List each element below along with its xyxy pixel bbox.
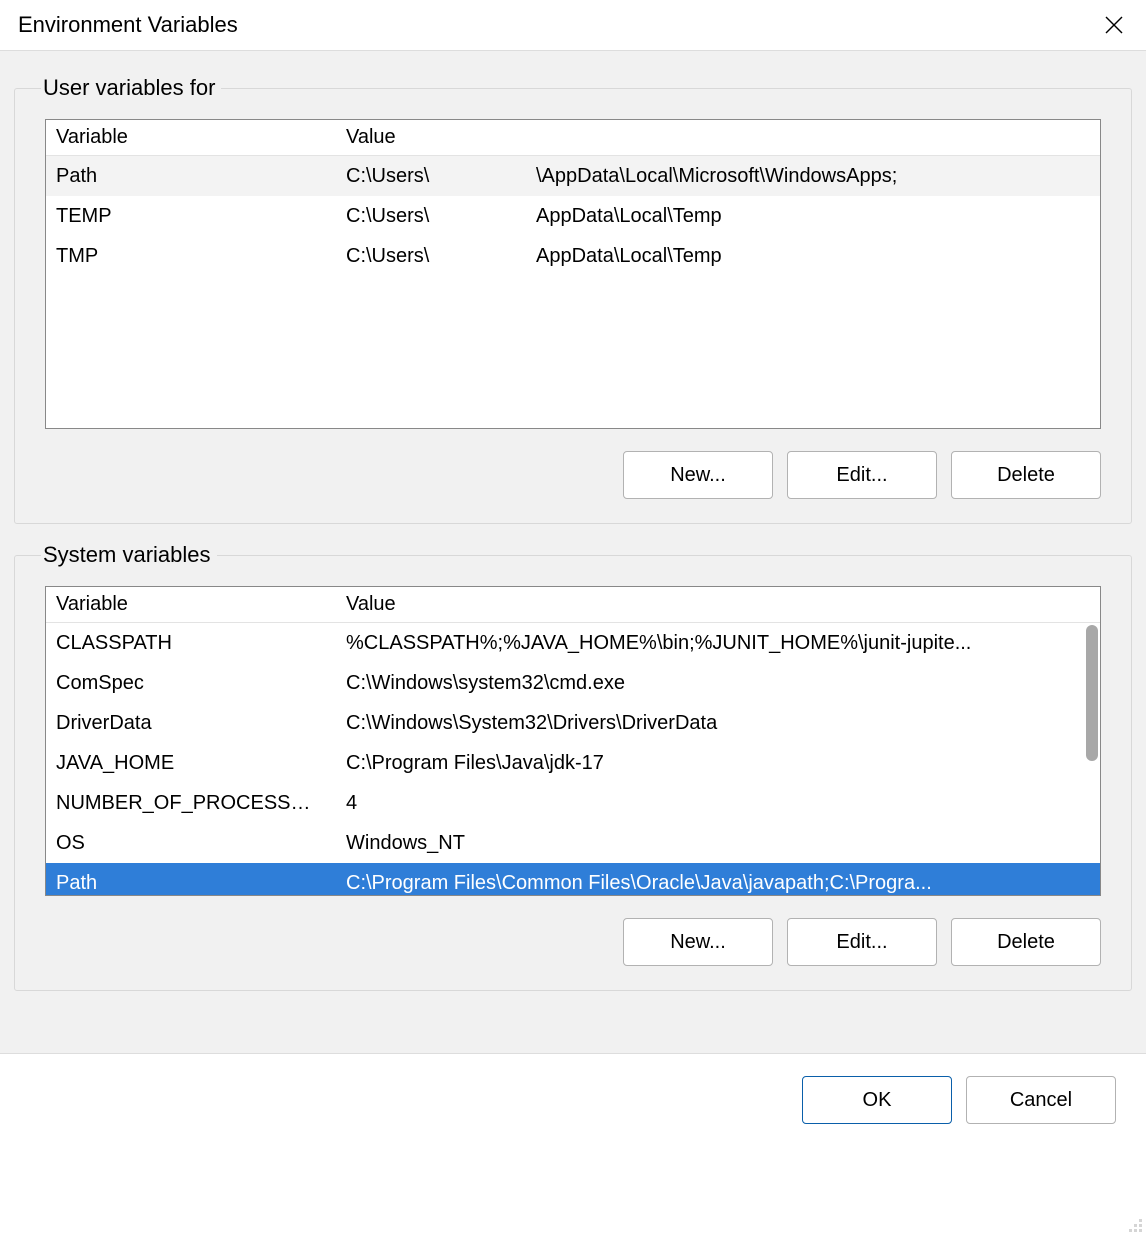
variable-value: C:\Program Files\Common Files\Oracle\Jav… (336, 863, 1100, 896)
system-delete-button[interactable]: Delete (951, 918, 1101, 966)
close-icon (1104, 15, 1124, 35)
column-header-variable[interactable]: Variable (46, 587, 336, 623)
variable-value: C:\Users\AppData\Local\Temp (336, 236, 1100, 276)
column-header-variable[interactable]: Variable (46, 120, 336, 156)
variable-name: CLASSPATH (46, 623, 336, 664)
user-delete-button[interactable]: Delete (951, 451, 1101, 499)
variable-value: C:\Users\\AppData\Local\Microsoft\Window… (336, 156, 1100, 197)
cancel-button[interactable]: Cancel (966, 1076, 1116, 1124)
table-row[interactable]: PathC:\Users\\AppData\Local\Microsoft\Wi… (46, 156, 1100, 197)
table-row[interactable]: TMPC:\Users\AppData\Local\Temp (46, 236, 1100, 276)
variable-name: Path (46, 863, 336, 896)
table-row[interactable]: NUMBER_OF_PROCESSORS4 (46, 783, 1100, 823)
system-variables-legend: System variables (41, 542, 217, 568)
dialog-body: User variables for Variable Value PathC:… (0, 50, 1146, 1054)
system-new-button[interactable]: New... (623, 918, 773, 966)
variable-value: C:\Windows\system32\cmd.exe (336, 663, 1100, 703)
user-variables-legend: User variables for (41, 75, 221, 101)
variable-name: NUMBER_OF_PROCESSORS (46, 783, 336, 823)
resize-grip-icon[interactable] (1124, 1214, 1142, 1232)
user-new-button[interactable]: New... (623, 451, 773, 499)
user-variables-group: User variables for Variable Value PathC:… (14, 75, 1132, 524)
variable-name: JAVA_HOME (46, 743, 336, 783)
user-variables-list[interactable]: Variable Value PathC:\Users\\AppData\Loc… (45, 119, 1101, 429)
variable-value: 4 (336, 783, 1100, 823)
variable-value: %CLASSPATH%;%JAVA_HOME%\bin;%JUNIT_HOME%… (336, 623, 1100, 664)
variable-name: TMP (46, 236, 336, 276)
variable-name: DriverData (46, 703, 336, 743)
close-button[interactable] (1100, 11, 1128, 39)
table-row[interactable]: PathC:\Program Files\Common Files\Oracle… (46, 863, 1100, 896)
system-edit-button[interactable]: Edit... (787, 918, 937, 966)
variable-value: Windows_NT (336, 823, 1100, 863)
table-row[interactable]: TEMPC:\Users\AppData\Local\Temp (46, 196, 1100, 236)
column-header-value[interactable]: Value (336, 120, 1100, 156)
title-bar: Environment Variables (0, 0, 1146, 50)
table-row[interactable]: OSWindows_NT (46, 823, 1100, 863)
user-buttons-row: New... Edit... Delete (45, 451, 1101, 499)
variable-name: Path (46, 156, 336, 197)
ok-button[interactable]: OK (802, 1076, 952, 1124)
table-row[interactable]: ComSpecC:\Windows\system32\cmd.exe (46, 663, 1100, 703)
system-buttons-row: New... Edit... Delete (45, 918, 1101, 966)
dialog-footer: OK Cancel (0, 1054, 1146, 1146)
variable-name: TEMP (46, 196, 336, 236)
user-edit-button[interactable]: Edit... (787, 451, 937, 499)
variable-name: ComSpec (46, 663, 336, 703)
system-variables-group: System variables Variable Value CLASSPAT… (14, 542, 1132, 991)
variable-value: C:\Windows\System32\Drivers\DriverData (336, 703, 1100, 743)
variable-value: C:\Program Files\Java\jdk-17 (336, 743, 1100, 783)
table-row[interactable]: JAVA_HOMEC:\Program Files\Java\jdk-17 (46, 743, 1100, 783)
variable-name: OS (46, 823, 336, 863)
variable-value: C:\Users\AppData\Local\Temp (336, 196, 1100, 236)
scrollbar-thumb[interactable] (1086, 625, 1098, 761)
table-row[interactable]: DriverDataC:\Windows\System32\Drivers\Dr… (46, 703, 1100, 743)
column-header-value[interactable]: Value (336, 587, 1100, 623)
table-row[interactable]: CLASSPATH%CLASSPATH%;%JAVA_HOME%\bin;%JU… (46, 623, 1100, 664)
system-variables-list[interactable]: Variable Value CLASSPATH%CLASSPATH%;%JAV… (45, 586, 1101, 896)
dialog-title: Environment Variables (18, 12, 238, 38)
